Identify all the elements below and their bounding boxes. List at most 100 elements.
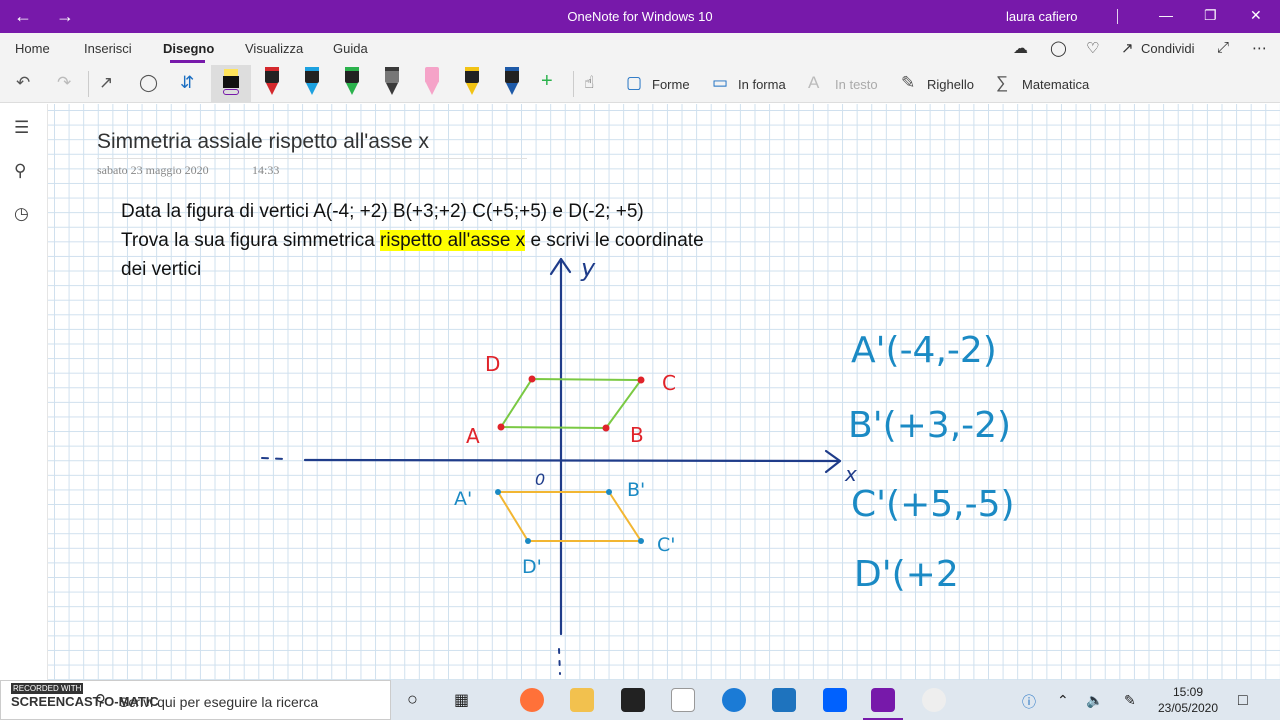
pen-red[interactable] bbox=[262, 65, 282, 99]
clock-time: 15:09 bbox=[1172, 685, 1204, 699]
x-axis-dashed bbox=[261, 457, 286, 460]
close-icon[interactable]: ✕ bbox=[1250, 7, 1262, 24]
vertex-a-prime bbox=[495, 489, 501, 495]
taskbar-search[interactable]: RECORDED WITH SCREENCAST-O-MATIC ⚲ Scriv… bbox=[0, 680, 391, 720]
original-labels: A B C D bbox=[466, 352, 676, 448]
touch-draw-icon[interactable]: ☝ bbox=[584, 73, 594, 93]
ink-to-shape-icon[interactable]: ▭ bbox=[712, 73, 728, 93]
ink-drawing[interactable]: x y 0 A B C D A' B' C' D' A'(-4,-2) B'(+… bbox=[48, 104, 1280, 680]
redo-icon[interactable]: ↷ bbox=[57, 73, 71, 93]
title-separator bbox=[1117, 9, 1118, 24]
toolbar-divider bbox=[88, 71, 89, 97]
add-space-icon[interactable]: ⇵ bbox=[180, 73, 194, 93]
chevron-up-icon[interactable]: ⌃ bbox=[1057, 692, 1069, 709]
mail-icon[interactable] bbox=[772, 688, 796, 712]
vertex-d bbox=[528, 375, 536, 383]
more-icon[interactable]: ⋯ bbox=[1252, 39, 1267, 57]
label-b-prime: B' bbox=[627, 479, 645, 501]
reflected-figure bbox=[496, 491, 643, 542]
vertex-c bbox=[637, 376, 645, 384]
pen-lightblue[interactable] bbox=[302, 65, 322, 99]
highlighter-cap bbox=[224, 69, 238, 76]
vertex-a bbox=[497, 423, 505, 431]
lightbulb-icon[interactable]: ◯ bbox=[1050, 39, 1067, 57]
add-pen-icon[interactable]: + bbox=[541, 70, 553, 93]
lasso-icon[interactable]: ◯ bbox=[139, 73, 158, 93]
recorder-icon[interactable] bbox=[922, 688, 946, 712]
highlighter-tool-selected[interactable] bbox=[211, 65, 251, 103]
search-icon[interactable]: ⚲ bbox=[14, 161, 26, 181]
minimize-icon[interactable]: — bbox=[1159, 7, 1173, 23]
app-title: OneNote for Windows 10 bbox=[567, 9, 713, 24]
tab-disegno[interactable]: Disegno bbox=[163, 41, 214, 56]
vertex-c-prime bbox=[638, 538, 644, 544]
edge-icon[interactable] bbox=[722, 688, 746, 712]
label-c: C bbox=[662, 371, 676, 395]
ink-to-text-icon[interactable]: A bbox=[808, 73, 819, 93]
search-placeholder: Scrivi qui per eseguire la ricerca bbox=[119, 694, 319, 710]
original-figure bbox=[499, 377, 643, 430]
axes bbox=[261, 257, 842, 675]
type-select-icon[interactable]: ↗ bbox=[99, 73, 113, 93]
label-c-prime: C' bbox=[657, 534, 676, 556]
help-icon[interactable]: ⓘ bbox=[1022, 692, 1036, 712]
dropbox-icon[interactable] bbox=[823, 688, 847, 712]
user-name[interactable]: laura cafiero bbox=[1006, 9, 1078, 24]
math-icon[interactable]: ∑ bbox=[996, 73, 1008, 93]
share-button[interactable]: Condividi bbox=[1141, 41, 1194, 56]
answer-b-prime: B'(+3,-2) bbox=[848, 405, 1011, 446]
label-a-prime: A' bbox=[454, 488, 472, 510]
expand-icon[interactable]: ⤢ bbox=[1217, 39, 1229, 56]
store-icon[interactable] bbox=[621, 688, 645, 712]
amazon-icon[interactable] bbox=[671, 688, 695, 712]
pen-green[interactable] bbox=[342, 65, 362, 99]
bell-icon[interactable]: ♡ bbox=[1086, 39, 1099, 57]
sync-icon[interactable]: ☁ bbox=[1013, 39, 1028, 57]
onenote-icon[interactable] bbox=[863, 688, 903, 720]
shapes-icon[interactable]: ▢ bbox=[626, 73, 642, 93]
task-view-icon[interactable]: ▦ bbox=[454, 690, 469, 710]
search-icon: ⚲ bbox=[95, 692, 106, 709]
matematica-button[interactable]: Matematica bbox=[1022, 77, 1089, 92]
tab-guida[interactable]: Guida bbox=[333, 41, 368, 56]
reflected-vertices bbox=[495, 489, 644, 544]
ruler-icon[interactable]: ✎ bbox=[901, 73, 915, 93]
answer-d-prime: D'(+2 bbox=[854, 554, 959, 595]
label-d: D bbox=[485, 352, 500, 376]
undo-icon[interactable]: ↶ bbox=[16, 73, 30, 93]
righello-button[interactable]: Righello bbox=[927, 77, 974, 92]
answer-a-prime: A'(-4,-2) bbox=[851, 330, 997, 371]
notebooks-icon[interactable]: ☰ bbox=[14, 118, 29, 138]
pen-yellow[interactable] bbox=[462, 65, 482, 99]
highlighter-pink[interactable] bbox=[422, 65, 442, 99]
forme-button[interactable]: Forme bbox=[652, 77, 690, 92]
page-canvas[interactable]: Simmetria assiale rispetto all'asse x sa… bbox=[48, 104, 1280, 680]
answer-c-prime: C'(+5,-5) bbox=[851, 484, 1015, 525]
notifications-icon[interactable]: □ bbox=[1238, 692, 1248, 710]
pen-workspace-icon[interactable]: ✎ bbox=[1124, 692, 1136, 709]
volume-icon[interactable]: 🔈 bbox=[1086, 692, 1103, 709]
recorded-with-label: RECORDED WITH bbox=[11, 683, 84, 694]
pen-darkblue[interactable] bbox=[502, 65, 522, 99]
firefox-icon[interactable] bbox=[520, 688, 544, 712]
in-forma-button[interactable]: In forma bbox=[738, 77, 786, 92]
share-icon[interactable]: ↗ bbox=[1121, 39, 1134, 57]
restore-icon[interactable]: ❐ bbox=[1204, 7, 1217, 24]
cortana-icon[interactable]: ○ bbox=[407, 689, 418, 710]
recent-icon[interactable]: ◷ bbox=[14, 204, 29, 224]
taskbar: RECORDED WITH SCREENCAST-O-MATIC ⚲ Scriv… bbox=[0, 680, 1280, 720]
y-axis-dashed bbox=[558, 648, 561, 675]
tab-home[interactable]: Home bbox=[15, 41, 50, 56]
highlighter-tip bbox=[223, 89, 239, 95]
label-a: A bbox=[466, 424, 480, 448]
tab-inserisci[interactable]: Inserisci bbox=[84, 41, 132, 56]
taskbar-clock[interactable]: 15:09 23/05/2020 bbox=[1150, 684, 1226, 716]
pen-gray[interactable] bbox=[382, 65, 402, 99]
file-explorer-icon[interactable] bbox=[570, 688, 594, 712]
title-bar: ← → OneNote for Windows 10 laura cafiero… bbox=[0, 0, 1280, 33]
y-axis-label: y bbox=[580, 254, 596, 282]
original-vertices bbox=[497, 375, 645, 432]
tab-visualizza[interactable]: Visualizza bbox=[245, 41, 303, 56]
in-testo-button[interactable]: In testo bbox=[835, 77, 878, 92]
left-sidebar: ☰ ⚲ ◷ bbox=[0, 104, 48, 680]
